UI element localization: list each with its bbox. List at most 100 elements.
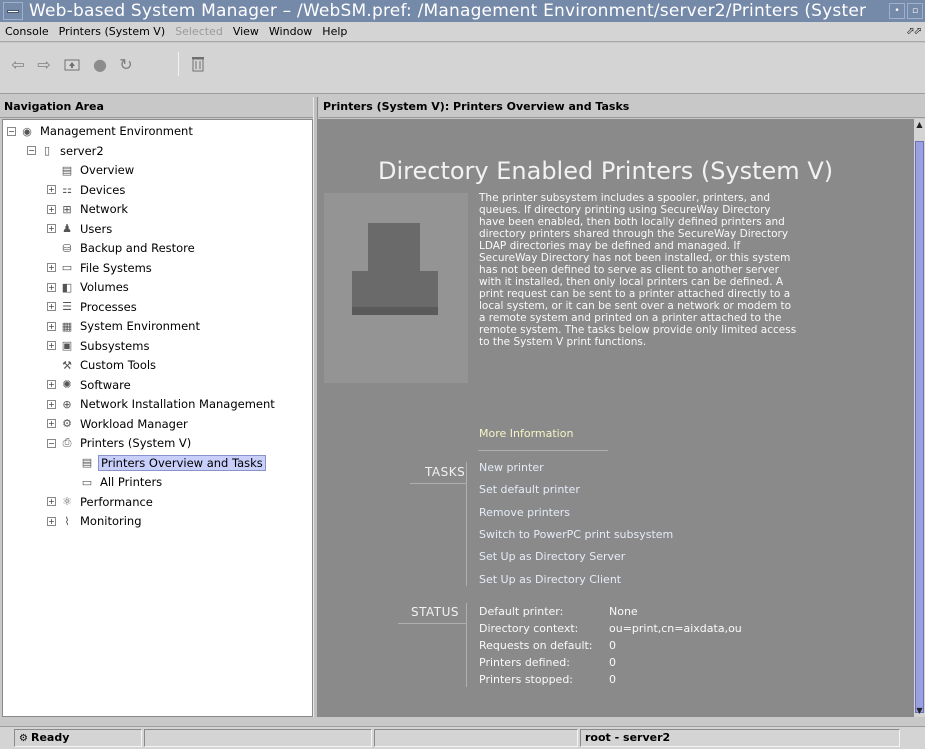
tree-item[interactable]: + ▭ File Systems <box>47 259 154 277</box>
status-user: root - server2 <box>580 729 900 747</box>
window-menu-button[interactable] <box>3 2 23 20</box>
tree-item[interactable]: ▭ All Printers <box>67 473 164 491</box>
tree-item-label: server2 <box>60 143 104 158</box>
tree-item[interactable]: + ◧ Volumes <box>47 278 131 296</box>
toolbar-separator <box>178 52 179 76</box>
tree-item[interactable]: − ⎙ Printers (System V) <box>47 434 193 452</box>
menu-window[interactable]: Window <box>264 25 317 38</box>
expand-icon[interactable]: + <box>47 380 56 389</box>
tree-item[interactable]: + ⚙ Workload Manager <box>47 415 190 433</box>
tree-item[interactable]: + ▣ Subsystems <box>47 337 151 355</box>
divider <box>478 450 608 451</box>
task-directory-client[interactable]: Set Up as Directory Client <box>479 573 621 586</box>
content-panel: Directory Enabled Printers (System V) Th… <box>318 119 914 717</box>
expand-icon[interactable]: + <box>47 185 56 194</box>
expand-icon[interactable]: + <box>47 263 56 272</box>
expand-icon[interactable]: + <box>47 516 56 526</box>
task-remove-printers[interactable]: Remove printers <box>479 506 570 519</box>
tree-item-label: Users <box>80 221 113 236</box>
performance-icon: ⚛ <box>62 495 72 508</box>
status-directory-context-value: ou=print,cn=aixdata,ou <box>609 622 742 635</box>
tree-item[interactable]: + ⚏ Devices <box>47 181 127 199</box>
title-bar: Web-based System Manager – /WebSM.pref: … <box>0 0 925 22</box>
status-ready-text: Ready <box>30 731 70 744</box>
task-switch-powerpc[interactable]: Switch to PowerPC print subsystem <box>479 528 673 541</box>
status-requests-value: 0 <box>609 639 616 652</box>
status-printers-stopped-label: Printers stopped: <box>479 673 574 686</box>
menu-printers[interactable]: Printers (System V) <box>54 25 170 38</box>
divider <box>466 603 467 687</box>
expand-icon[interactable]: + <box>47 204 56 214</box>
tree-item-label: Processes <box>80 299 137 314</box>
tree-item-label: Network <box>80 202 129 216</box>
tree-item[interactable]: + ☰ Processes <box>47 298 139 316</box>
menu-console[interactable]: Console <box>0 25 54 38</box>
status-default-printer-label: Default printer: <box>479 605 564 618</box>
content-scrollbar[interactable]: ▲ ▼ <box>914 119 925 717</box>
tree-item-label: Printers (System V) <box>80 436 192 450</box>
menu-selected[interactable]: Selected <box>170 25 228 38</box>
expand-icon[interactable]: + <box>47 497 56 506</box>
expand-icon[interactable]: + <box>47 302 56 311</box>
menu-view[interactable]: View <box>228 25 264 38</box>
tree-item[interactable]: + ♟ Users <box>47 220 114 238</box>
tree-item[interactable]: ▤ Printers Overview and Tasks <box>67 454 266 472</box>
tree-item[interactable]: + ▦ System Environment <box>47 317 202 335</box>
tree-item-label: Management Environment <box>40 124 193 138</box>
tree-item-label: Devices <box>80 182 126 197</box>
overview-icon: ▤ <box>61 163 73 177</box>
collapse-icon[interactable]: − <box>27 146 36 155</box>
up-level-button[interactable] <box>60 53 84 75</box>
expand-icon[interactable]: + <box>47 419 56 428</box>
tree-item[interactable]: + ⊞ Network <box>47 200 130 218</box>
expand-icon[interactable]: + <box>47 341 56 350</box>
undock-icon[interactable]: ⬀⬀ <box>906 26 922 37</box>
folder-icon: ▭ <box>61 261 73 274</box>
delete-button[interactable] <box>186 53 210 75</box>
more-information-link[interactable]: More Information <box>479 427 573 440</box>
tree-item[interactable]: − ▯ server2 <box>27 142 106 160</box>
tree-item-label: Workload Manager <box>80 416 188 431</box>
tree-item-label: Subsystems <box>80 338 150 353</box>
forward-button[interactable]: ⇨ <box>32 53 56 75</box>
task-new-printer[interactable]: New printer <box>479 461 544 474</box>
refresh-button[interactable]: ↻ <box>114 53 138 75</box>
tree-item[interactable]: ⛁ Backup and Restore <box>47 239 197 257</box>
backup-icon: ⛁ <box>62 241 72 255</box>
back-button[interactable]: ⇦ <box>6 53 30 75</box>
printer-icon: ⎙ <box>62 436 72 449</box>
task-set-default-printer[interactable]: Set default printer <box>479 483 580 496</box>
collapse-icon[interactable]: − <box>47 438 56 448</box>
tree-item[interactable]: ▤ Overview <box>47 161 136 179</box>
tree-item[interactable]: − ◉ Management Environment <box>7 122 195 140</box>
scroll-thumb[interactable] <box>915 141 924 713</box>
expand-icon[interactable]: + <box>47 399 56 409</box>
navigation-tree[interactable]: − ◉ Management Environment − ▯ server2 ▤ Overvi… <box>2 119 313 717</box>
expand-icon[interactable]: + <box>47 282 56 292</box>
printer-illustration <box>324 193 468 383</box>
task-directory-server[interactable]: Set Up as Directory Server <box>479 550 625 563</box>
expand-icon[interactable]: + <box>47 224 56 233</box>
folder-icon: ▭ <box>81 475 93 489</box>
maximize-button[interactable]: ▫ <box>907 3 923 19</box>
tree-item[interactable]: + ⊕ Network Installation Management <box>47 395 277 413</box>
tree-item[interactable]: + ✺ Software <box>47 376 133 394</box>
divider <box>398 623 466 624</box>
tree-item[interactable]: + ⌇ Monitoring <box>47 512 144 530</box>
stop-button[interactable]: ● <box>88 53 112 75</box>
tree-item[interactable]: + ⚛ Performance <box>47 493 155 511</box>
tree-item-label: Monitoring <box>80 514 142 528</box>
status-requests-label: Requests on default: <box>479 639 593 652</box>
refresh-icon: ↻ <box>119 54 133 74</box>
minimize-button[interactable]: • <box>889 3 905 19</box>
system-env-icon: ▦ <box>61 319 73 333</box>
stop-icon: ● <box>93 54 107 74</box>
menu-help[interactable]: Help <box>317 25 352 38</box>
expand-icon[interactable]: + <box>47 321 56 331</box>
collapse-icon[interactable]: − <box>7 126 16 136</box>
tree-item[interactable]: ⚒ Custom Tools <box>47 356 158 374</box>
tree-item-label: Network Installation Management <box>80 397 275 411</box>
scroll-down-icon[interactable]: ▼ <box>914 705 925 717</box>
scroll-up-icon[interactable]: ▲ <box>914 119 925 131</box>
tree-item-label: Overview <box>80 163 135 177</box>
